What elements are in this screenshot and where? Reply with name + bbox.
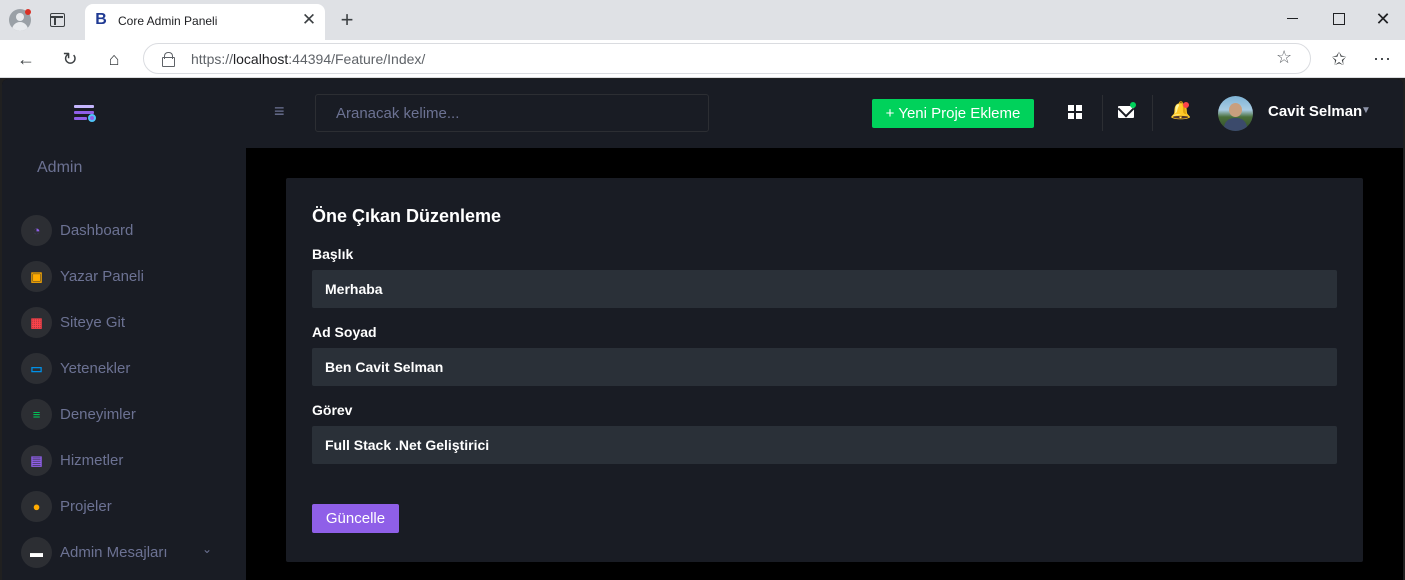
more-menu-icon[interactable]: ⋯ xyxy=(1370,47,1394,71)
window-maximize-button[interactable] xyxy=(1316,4,1362,34)
tab-close-icon[interactable]: ✕ xyxy=(299,10,319,30)
avatar[interactable] xyxy=(1218,96,1253,131)
mail-badge xyxy=(1130,102,1136,108)
sidebar-item-hizmetler[interactable]: ▤ Hizmetler xyxy=(2,441,246,481)
page-title: Öne Çıkan Düzenleme xyxy=(312,206,502,226)
topbar: ≡ + Yeni Proje Ekleme 🔔 Cavit Selman ▼ xyxy=(246,79,1403,148)
refresh-icon[interactable]: ↻ xyxy=(58,47,82,71)
chevron-down-icon[interactable]: ⌄ xyxy=(202,542,212,556)
title-label: Başlık xyxy=(312,246,354,262)
bookmark-star-icon[interactable]: ☆ xyxy=(1276,47,1292,68)
sidebar-item-label: Hizmetler xyxy=(60,452,124,469)
window-minimize-button[interactable] xyxy=(1270,4,1316,34)
admin-app: Admin ◔ Dashboard ▣ Yazar Paneli ▦ Sitey… xyxy=(2,79,1403,580)
role-field[interactable] xyxy=(312,426,1337,464)
dashboard-icon: ◔ xyxy=(21,215,52,246)
sidebar-item-label: Deneyimler xyxy=(60,406,136,423)
laptop-icon: ▭ xyxy=(21,353,52,384)
browser-titlebar: B Core Admin Paneli ✕ + ✕ xyxy=(0,0,1405,40)
search-input[interactable] xyxy=(315,94,709,132)
sidebar-item-label: Dashboard xyxy=(60,222,134,239)
url-bar[interactable]: https://localhost:44394/Feature/Index/ ☆ xyxy=(143,43,1311,74)
table-icon: ▦ xyxy=(21,307,52,338)
title-field[interactable] xyxy=(312,270,1337,308)
url-prefix: https:// xyxy=(191,51,234,67)
sidebar-title: Admin xyxy=(37,159,83,176)
browser-tab[interactable]: B Core Admin Paneli ✕ xyxy=(85,4,325,40)
sidebar: Admin ◔ Dashboard ▣ Yazar Paneli ▦ Sitey… xyxy=(2,79,246,580)
github-icon: ● xyxy=(21,491,52,522)
sidebar-item-label: Siteye Git xyxy=(60,314,126,331)
sidebar-item-label: Admin Mesajları xyxy=(60,544,168,561)
sidebar-item-admin-mesajlari[interactable]: ▬ Admin Mesajları ⌄ xyxy=(2,533,246,573)
window-close-button[interactable]: ✕ xyxy=(1360,4,1405,34)
url-host: localhost xyxy=(233,51,289,67)
role-label: Görev xyxy=(312,402,353,418)
author-panel-icon: ▣ xyxy=(21,261,52,292)
sidebar-item-dashboard[interactable]: ◔ Dashboard xyxy=(2,211,246,251)
sidebar-item-deneyimler[interactable]: ≡ Deneyimler xyxy=(2,395,246,435)
sidebar-item-label: Yazar Paneli xyxy=(60,268,144,285)
logo-icon[interactable] xyxy=(74,103,96,123)
favicon-icon: B xyxy=(95,11,107,28)
favorites-icon[interactable]: ✩ xyxy=(1327,47,1351,71)
tab-title: Core Admin Paneli xyxy=(118,14,218,28)
divider xyxy=(1102,95,1103,131)
grid-icon[interactable] xyxy=(1068,105,1082,119)
user-name[interactable]: Cavit Selman xyxy=(1268,103,1362,120)
url-path: :44394/Feature/Index/ xyxy=(288,51,426,67)
new-project-button[interactable]: + Yeni Proje Ekleme xyxy=(872,99,1034,128)
profile-notification-dot xyxy=(25,9,31,15)
home-icon[interactable]: ⌂ xyxy=(102,47,126,71)
new-tab-button[interactable]: + xyxy=(335,8,359,32)
caret-down-icon[interactable]: ▼ xyxy=(1361,105,1371,116)
browser-toolbar: ← ↻ ⌂ https://localhost:44394/Feature/In… xyxy=(0,40,1405,78)
sidebar-item-label: Projeler xyxy=(60,498,112,515)
main-content: Öne Çıkan Düzenleme Başlık Ad Soyad Göre… xyxy=(246,148,1403,580)
sidebar-item-projeler[interactable]: ● Projeler xyxy=(2,487,246,527)
sidebar-item-yazar-paneli[interactable]: ▣ Yazar Paneli xyxy=(2,257,246,297)
tab-actions-icon[interactable] xyxy=(50,13,65,27)
notification-badge xyxy=(1183,102,1189,108)
contacts-icon: ▤ xyxy=(21,445,52,476)
fullname-field[interactable] xyxy=(312,348,1337,386)
divider xyxy=(1152,95,1153,131)
fullname-label: Ad Soyad xyxy=(312,324,377,340)
back-icon[interactable]: ← xyxy=(14,47,38,71)
lock-icon[interactable] xyxy=(162,52,175,67)
sidebar-item-label: Yetenekler xyxy=(60,360,131,377)
sidebar-item-siteye-git[interactable]: ▦ Siteye Git xyxy=(2,303,246,343)
menu-toggle-icon[interactable]: ≡ xyxy=(274,101,285,122)
feature-edit-card: Öne Çıkan Düzenleme Başlık Ad Soyad Göre… xyxy=(286,178,1363,562)
playlist-icon: ≡ xyxy=(21,399,52,430)
url-text[interactable]: https://localhost:44394/Feature/Index/ xyxy=(191,51,425,67)
update-button[interactable]: Güncelle xyxy=(312,504,399,533)
message-icon: ▬ xyxy=(21,537,52,568)
sidebar-item-yetenekler[interactable]: ▭ Yetenekler xyxy=(2,349,246,389)
